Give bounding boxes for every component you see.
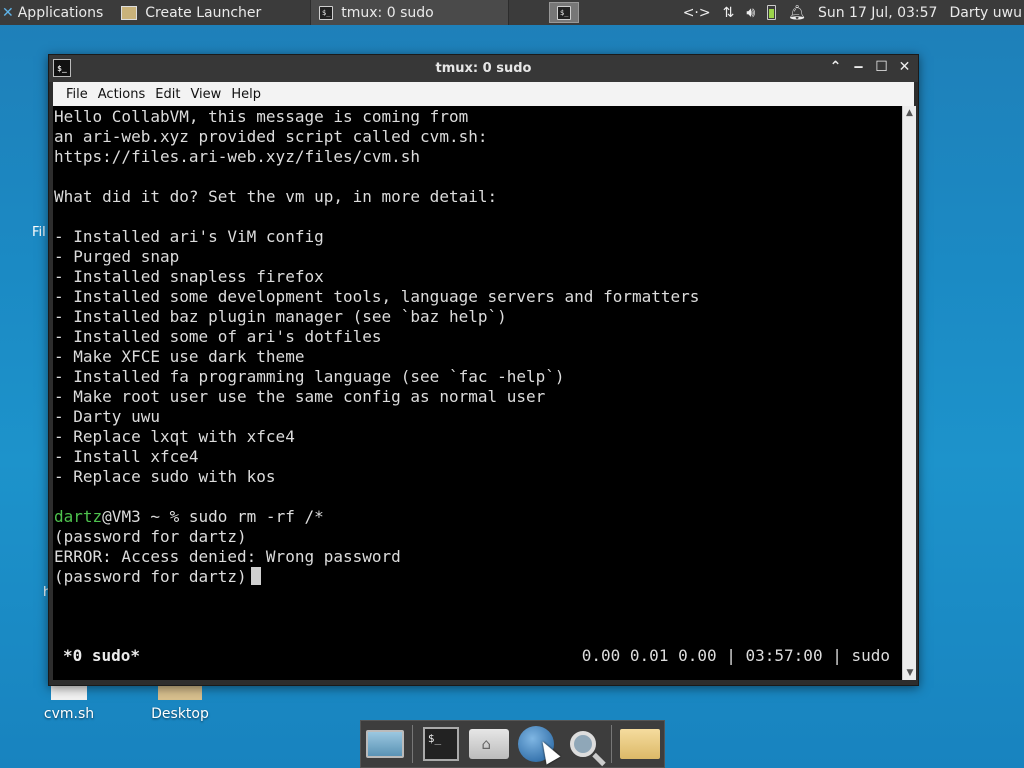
minimize-icon[interactable]: ‒	[851, 59, 866, 75]
home-folder-icon	[468, 729, 509, 759]
battery-icon[interactable]	[767, 5, 777, 20]
terminal-output[interactable]: Hello CollabVM, this message is coming f…	[53, 106, 902, 680]
maximize-icon[interactable]: ☐	[874, 59, 889, 75]
volume-icon[interactable]: 🔊︎	[746, 5, 755, 21]
desktop-icon-label: cvm.sh	[43, 706, 95, 722]
terminal-line: - Replace lxqt with xfce4	[54, 427, 295, 446]
terminal-line: - Installed ari's ViM config	[54, 227, 324, 246]
desktop-icon-label-partial: Fil	[32, 225, 46, 240]
menubar: File Actions Edit View Help	[53, 82, 914, 106]
menu-help[interactable]: Help	[226, 87, 266, 102]
shell-prompt: dartz@VM3 ~ % sudo rm -rf /*	[54, 507, 902, 527]
terminal-line: https://files.ari-web.xyz/files/cvm.sh	[54, 147, 421, 166]
applications-label: Applications	[17, 4, 104, 21]
terminal-line: - Make root user use the same config as …	[54, 387, 546, 406]
folder-icon	[158, 684, 202, 700]
terminal-line: an ari-web.xyz provided script called cv…	[54, 127, 488, 146]
text-cursor	[250, 567, 261, 585]
file-icon	[51, 684, 87, 700]
tmux-status-right: 0.00 0.01 0.00 | 03:57:00 | sudo	[581, 646, 890, 665]
menu-actions[interactable]: Actions	[93, 87, 151, 102]
dock-terminal[interactable]: $_	[421, 723, 460, 765]
scroll-up-icon[interactable]: ▲	[903, 106, 916, 120]
terminal-line: - Installed baz plugin manager (see `baz…	[54, 307, 507, 326]
dock-separator	[611, 725, 612, 763]
applications-menu[interactable]: ✕ Applications	[0, 0, 107, 25]
task-tmux[interactable]: $_ tmux: 0 sudo	[311, 0, 510, 25]
terminal-window: $_ tmux: 0 sudo ⌃ ‒ ☐ ✕ File Actions Edi…	[48, 54, 919, 686]
menu-file[interactable]: File	[61, 87, 93, 102]
dock-app-finder[interactable]	[564, 723, 603, 765]
task-label: Create Launcher	[145, 4, 262, 21]
prompt-user: dartz	[54, 507, 103, 526]
terminal-icon: $_	[319, 5, 334, 20]
prompt-command: @VM3 ~ % sudo rm -rf /*	[102, 507, 324, 526]
folder-icon	[620, 729, 660, 759]
password-prompt: (password for dartz)	[54, 567, 247, 586]
desktop-icon-label: Desktop	[151, 706, 209, 722]
terminal-line: What did it do? Set the vm up, in more d…	[54, 187, 498, 206]
tmux-status-bar: *0 sudo* 0.00 0.01 0.00 | 03:57:00 | sud…	[63, 646, 902, 666]
terminal-icon[interactable]: $_	[53, 59, 71, 77]
terminal-line: - Purged snap	[54, 247, 180, 266]
shade-icon[interactable]: ⌃	[828, 59, 843, 75]
password-prompt-line[interactable]: (password for dartz)	[54, 567, 902, 587]
scroll-down-icon[interactable]: ▼	[903, 666, 917, 680]
transfer-icon[interactable]: ⇅	[723, 5, 735, 21]
terminal-line: - Installed some of ari's dotfiles	[54, 327, 382, 346]
dock-separator	[412, 725, 414, 763]
magnifier-icon	[570, 731, 597, 757]
clock[interactable]: Sun 17 Jul, 03:57	[818, 5, 938, 21]
terminal-line: ERROR: Access denied: Wrong password	[54, 547, 401, 566]
terminal-line: - Installed some development tools, lang…	[54, 287, 700, 306]
dock-file-manager[interactable]	[468, 723, 509, 765]
menu-view[interactable]: View	[185, 87, 226, 102]
xfce-logo-icon: ✕	[2, 4, 14, 21]
top-panel: ✕ Applications Create Launcher $_ tmux: …	[0, 0, 1024, 25]
desktop-icon-desktop[interactable]: Desktop	[148, 684, 212, 722]
dock-show-desktop[interactable]	[365, 723, 404, 765]
terminal-line: - Replace sudo with kos	[54, 467, 276, 486]
network-icon[interactable]: <·>	[683, 5, 711, 21]
window-title: tmux: 0 sudo	[435, 61, 532, 76]
terminal-scrollbar[interactable]: ▲ ▼	[902, 106, 916, 680]
tmux-window-list: *0 sudo*	[63, 646, 141, 665]
dock-folder[interactable]	[620, 723, 660, 765]
terminal-line: (password for dartz)	[54, 527, 247, 546]
terminal-line: - Make XFCE use dark theme	[54, 347, 305, 366]
workspace-switcher[interactable]: $_	[549, 2, 580, 23]
terminal-line: Hello CollabVM, this message is coming f…	[54, 107, 469, 126]
launcher-icon	[121, 5, 138, 20]
terminal-line: - Install xfce4	[54, 447, 199, 466]
menu-edit[interactable]: Edit	[150, 87, 185, 102]
terminal-icon: $_	[557, 5, 572, 20]
terminal-line: - Darty uwu	[54, 407, 160, 426]
close-icon[interactable]: ✕	[897, 59, 912, 75]
user-menu[interactable]: Darty uwu	[949, 5, 1022, 21]
terminal-line: - Installed snapless firefox	[54, 267, 324, 286]
terminal-icon: $_	[422, 727, 459, 761]
window-titlebar[interactable]: $_ tmux: 0 sudo ⌃ ‒ ☐ ✕	[49, 55, 918, 82]
task-label: tmux: 0 sudo	[341, 4, 434, 21]
dock: $_	[360, 720, 665, 768]
task-create-launcher[interactable]: Create Launcher	[113, 0, 312, 25]
notification-bell-icon[interactable]: 🔔︎	[788, 5, 806, 21]
show-desktop-icon	[365, 730, 404, 758]
desktop-icon-cvm-sh[interactable]: cvm.sh	[38, 684, 100, 722]
terminal-line: - Installed fa programming language (see…	[54, 367, 565, 386]
